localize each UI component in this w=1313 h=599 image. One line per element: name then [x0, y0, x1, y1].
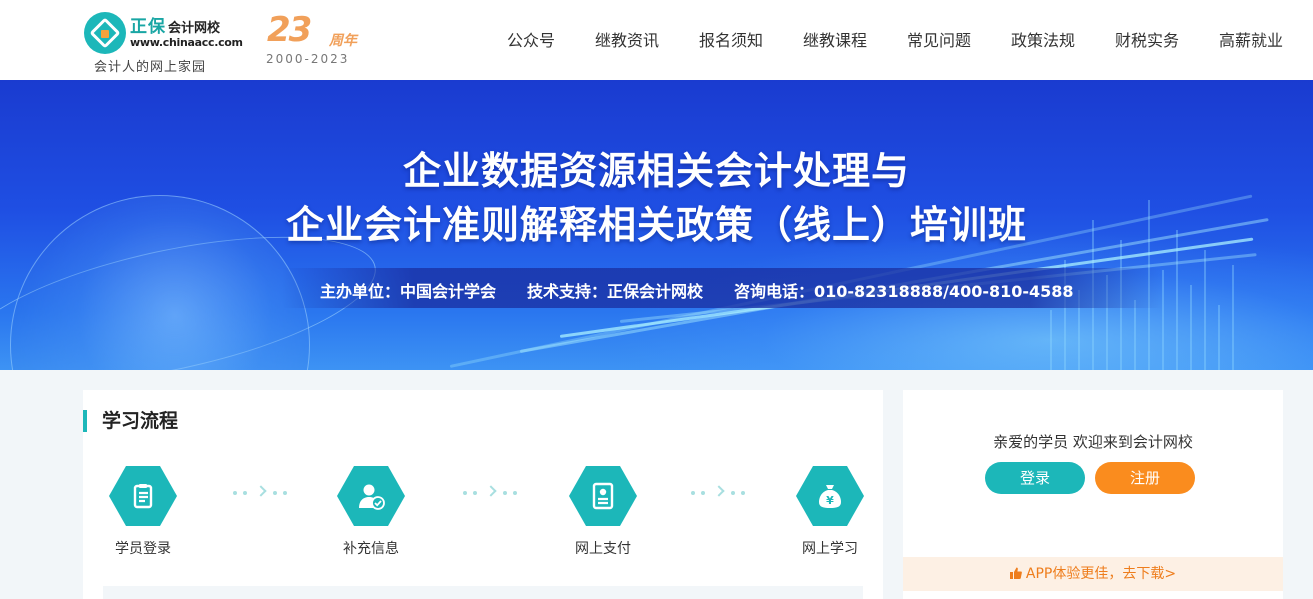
anniversary-years: 2000-2023: [266, 52, 350, 66]
main-nav: 公众号 继教资讯 报名须知 继教课程 常见问题 政策法规 财税实务 高薪就业: [490, 0, 1313, 80]
svg-text:¥: ¥: [826, 494, 834, 507]
section-title: 学习流程: [83, 410, 178, 432]
banner-title-line2: 企业会计准则解释相关政策（线上）培训班: [285, 203, 1027, 247]
banner-hotline: 咨询电话：010-82318888/400-810-4588: [734, 282, 1074, 301]
app-promo-text: APP体验更佳，去下载>: [1025, 566, 1177, 582]
clipboard-icon: [109, 466, 177, 526]
step-label: 网上学习: [802, 541, 858, 557]
account-panel: 亲爱的学员 欢迎来到会计网校 登录 注册 APP体验更佳，去下载>: [903, 390, 1283, 599]
nav-item-faq[interactable]: 常见问题: [907, 27, 971, 51]
nav-item-registration-notice[interactable]: 报名须知: [699, 27, 763, 51]
anniversary-unit: 周年: [329, 33, 357, 49]
nav-item-news[interactable]: 继教资讯: [595, 27, 659, 51]
logo-emblem-icon: [84, 12, 126, 54]
step-label: 补充信息: [343, 541, 399, 557]
nav-item-official-account[interactable]: 公众号: [507, 27, 555, 51]
arrow-right-icon: [691, 485, 747, 500]
arrow-right-icon: [233, 485, 289, 500]
anniversary-number: 23: [267, 10, 312, 50]
payment-doc-icon: [569, 466, 637, 526]
step-label: 学员登录: [115, 541, 171, 557]
learning-process-panel: 学习流程 学员登录 补充信息 网上支付 ¥ 网上学习: [83, 390, 883, 599]
step-online-study[interactable]: ¥ 网上学习: [770, 466, 890, 566]
app-download-link[interactable]: APP体验更佳，去下载>: [903, 557, 1283, 591]
hero-banner: 企业数据资源相关会计处理与 企业会计准则解释相关政策（线上）培训班 主办单位：中…: [0, 80, 1313, 370]
anniversary-badge: 23 周年 2000-2023: [265, 10, 371, 70]
logo-brand: 正保 会计网校: [130, 17, 221, 37]
arrow-right-icon: [463, 485, 519, 500]
nav-item-policies[interactable]: 政策法规: [1011, 27, 1075, 51]
register-button[interactable]: 注册: [1095, 462, 1195, 494]
nav-item-courses[interactable]: 继教课程: [803, 27, 867, 51]
nav-item-tax-practice[interactable]: 财税实务: [1115, 27, 1179, 51]
welcome-text: 亲爱的学员 欢迎来到会计网校: [993, 433, 1193, 451]
banner-tech-support: 技术支持：正保会计网校: [527, 282, 704, 301]
logo-domain: www.chinaacc.com: [130, 36, 243, 49]
banner-title-line1: 企业数据资源相关会计处理与: [402, 149, 910, 193]
site-header: 正保 会计网校 www.chinaacc.com 会计人的网上家园 23 周年 2…: [0, 0, 1313, 80]
money-bag-icon: ¥: [796, 466, 864, 526]
nav-item-jobs[interactable]: 高薪就业: [1219, 27, 1283, 51]
site-logo[interactable]: 正保 会计网校 www.chinaacc.com 会计人的网上家园: [84, 10, 243, 75]
user-check-icon: [337, 466, 405, 526]
thumbs-up-icon: [1009, 567, 1022, 579]
step-online-payment[interactable]: 网上支付: [543, 466, 663, 566]
content-divider: [103, 586, 863, 599]
banner-organizer: 主办单位：中国会计学会: [320, 282, 497, 301]
logo-slogan: 会计人的网上家园: [94, 60, 207, 75]
step-student-login[interactable]: 学员登录: [83, 466, 203, 566]
step-supplement-info[interactable]: 补充信息: [311, 466, 431, 566]
step-label: 网上支付: [575, 541, 631, 557]
login-button[interactable]: 登录: [985, 462, 1085, 494]
